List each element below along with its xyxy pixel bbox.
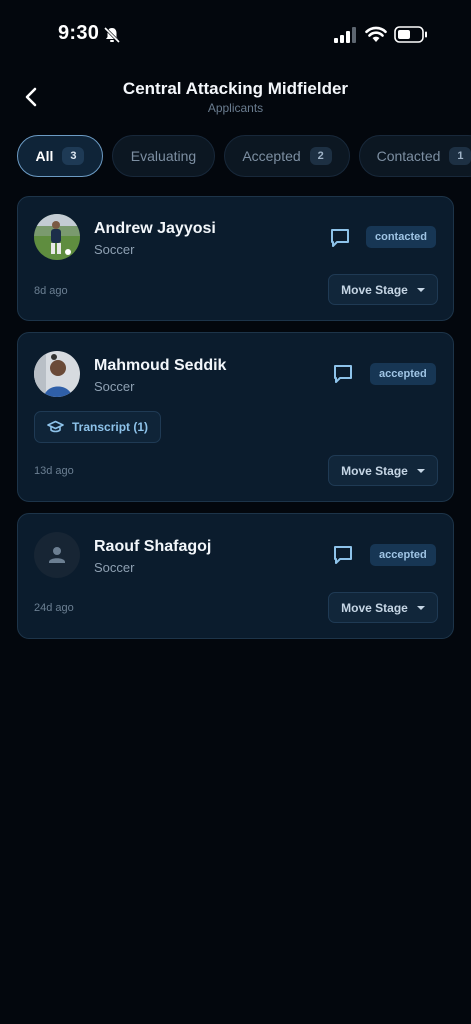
transcript-button[interactable]: Transcript (1) — [34, 411, 162, 443]
move-stage-button[interactable]: Move Stage — [328, 592, 438, 623]
person-icon — [49, 547, 65, 563]
tab-evaluating[interactable]: Evaluating — [112, 135, 215, 177]
caret-down-icon — [416, 605, 425, 610]
message-icon[interactable] — [332, 363, 354, 385]
tab-all[interactable]: All 3 — [17, 135, 103, 177]
cellular-signal-icon — [334, 27, 358, 48]
caret-down-icon — [416, 287, 425, 292]
status-badge: accepted — [370, 544, 436, 566]
move-stage-label: Move Stage — [341, 282, 408, 297]
page-subtitle: Applicants — [207, 101, 264, 115]
applicant-card[interactable]: Raouf Shafagoj Soccer accepted 24d ago M… — [17, 513, 454, 639]
message-icon[interactable] — [332, 544, 354, 566]
status-time: 9:30 — [58, 22, 100, 44]
applied-time: 13d ago — [34, 465, 74, 477]
avatar — [34, 214, 80, 260]
tab-count: 3 — [62, 147, 85, 165]
move-stage-label: Move Stage — [341, 463, 408, 478]
message-icon[interactable] — [329, 227, 351, 249]
applicant-name: Mahmoud Seddik — [94, 357, 227, 374]
applicant-card[interactable]: Andrew Jayyosi Soccer contacted 8d ago M… — [17, 196, 454, 321]
avatar — [34, 351, 80, 397]
applicant-name: Andrew Jayyosi — [94, 220, 216, 237]
avatar-placeholder — [34, 532, 80, 578]
applicant-name: Raouf Shafagoj — [94, 538, 212, 555]
status-bar: 9:30 — [0, 0, 471, 70]
tab-label: Evaluating — [130, 148, 197, 164]
bell-muted-icon — [103, 26, 121, 49]
filter-tabs: All 3 Evaluating Accepted 2 Contacted 1 — [17, 135, 471, 179]
wifi-icon — [365, 25, 387, 48]
status-badge: contacted — [366, 226, 436, 248]
applicant-sport: Soccer — [94, 379, 135, 394]
applicant-sport: Soccer — [94, 242, 135, 257]
applied-time: 24d ago — [34, 602, 74, 614]
page-title: Central Attacking Midfielder — [122, 79, 349, 98]
applied-time: 8d ago — [34, 285, 68, 297]
move-stage-label: Move Stage — [341, 600, 408, 615]
tab-count: 1 — [449, 147, 471, 165]
tab-accepted[interactable]: Accepted 2 — [224, 135, 350, 177]
tab-label: Contacted — [376, 148, 441, 164]
header: Central Attacking Midfielder Applicants — [0, 70, 471, 130]
status-badge: accepted — [370, 363, 436, 385]
applicant-card[interactable]: Mahmoud Seddik Soccer accepted Transcrip… — [17, 332, 454, 502]
applicant-sport: Soccer — [94, 560, 135, 575]
battery-icon — [394, 26, 428, 48]
transcript-label: Transcript (1) — [72, 420, 149, 434]
caret-down-icon — [416, 468, 425, 473]
move-stage-button[interactable]: Move Stage — [328, 455, 438, 486]
graduation-cap-icon — [47, 420, 64, 433]
move-stage-button[interactable]: Move Stage — [328, 274, 438, 305]
tab-label: All — [35, 148, 54, 164]
tab-label: Accepted — [242, 148, 301, 164]
tab-contacted[interactable]: Contacted 1 — [359, 135, 471, 177]
tab-count: 2 — [309, 147, 332, 165]
